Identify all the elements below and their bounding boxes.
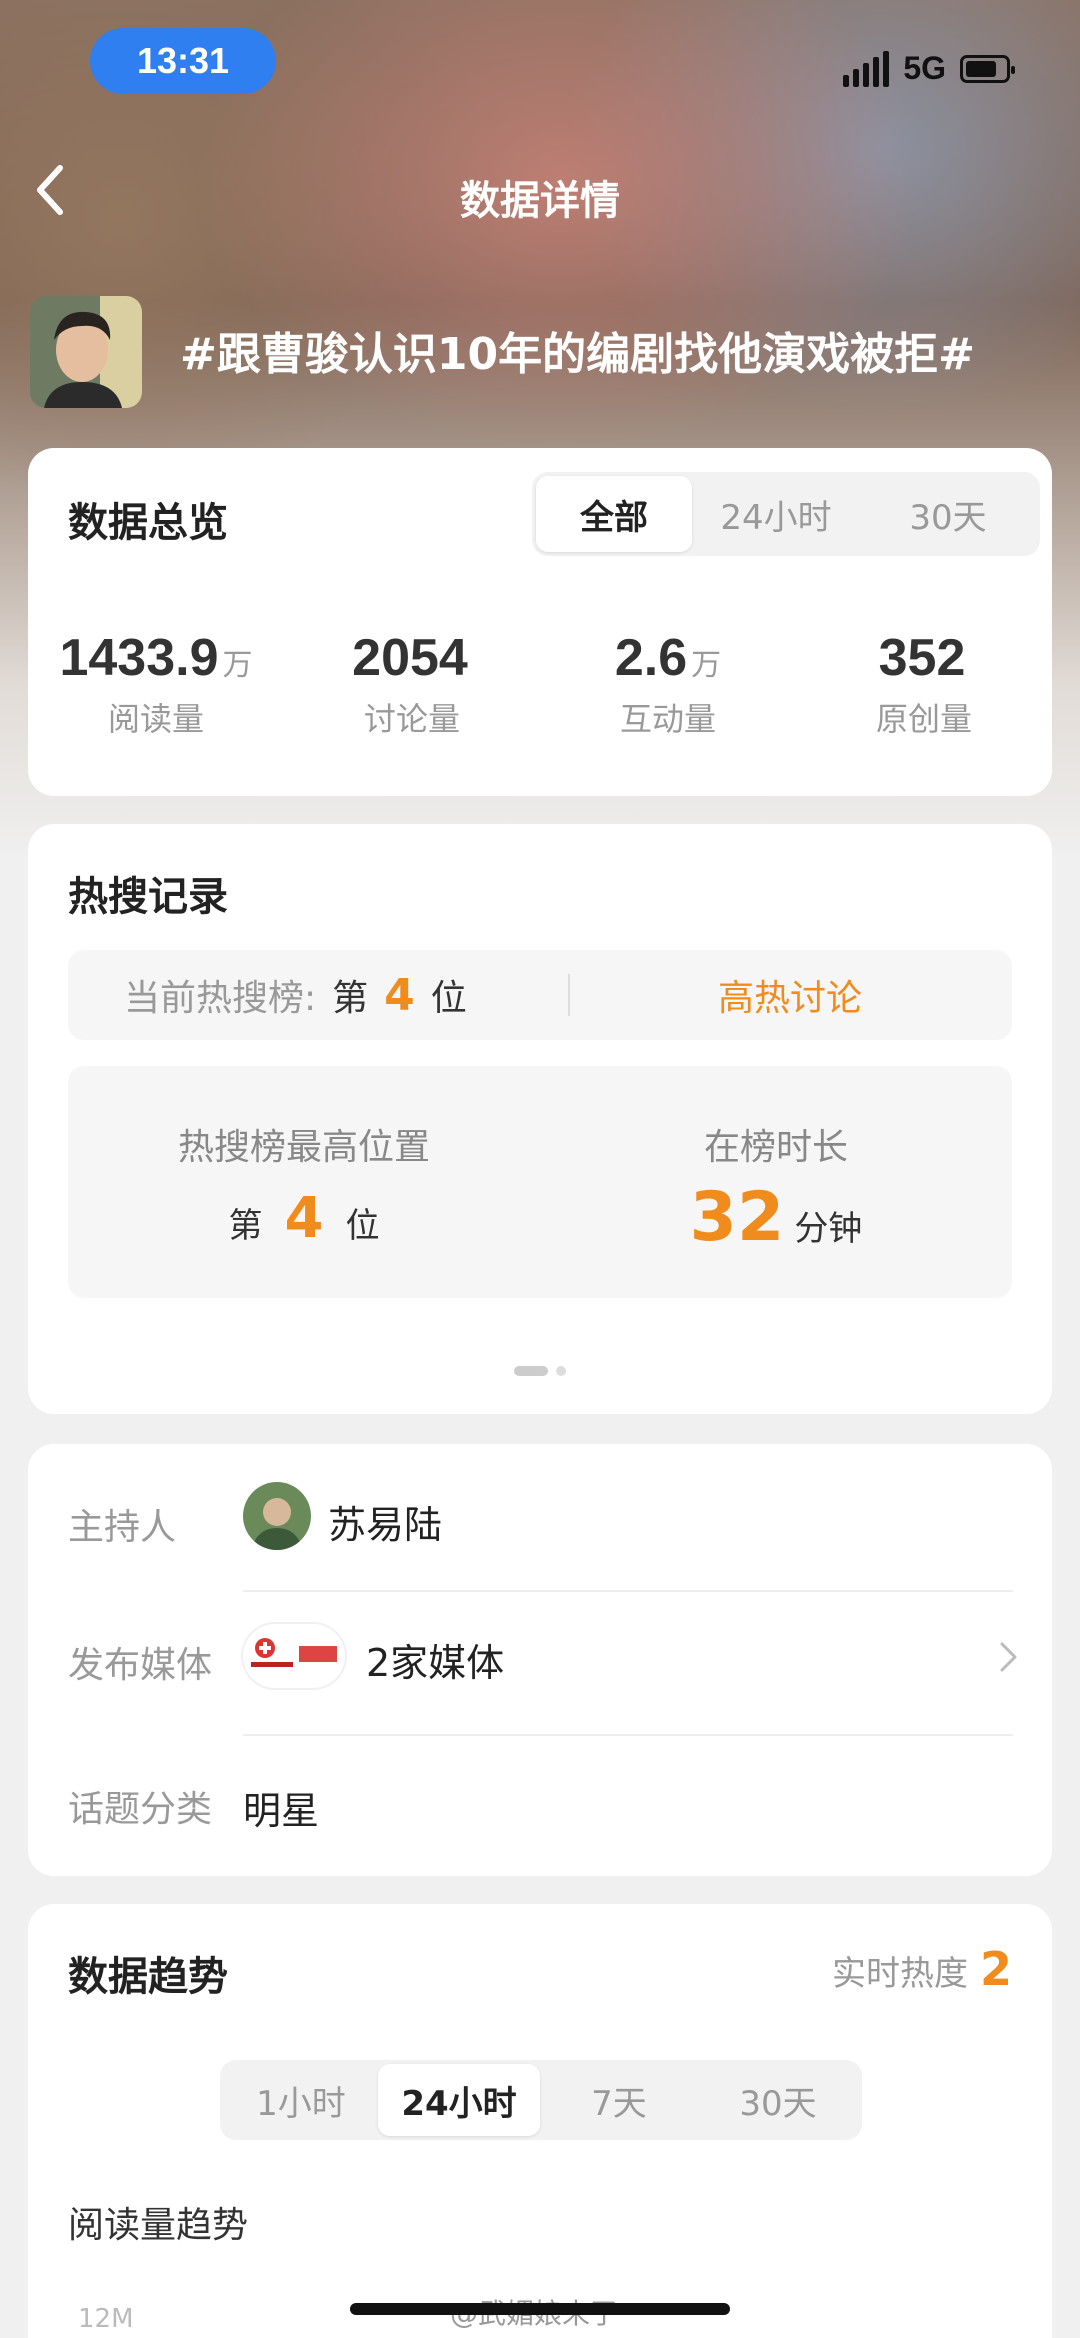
- trend-title: 数据趋势: [68, 1954, 228, 2000]
- overview-range-tabs: 全部 24小时 30天: [532, 472, 1040, 556]
- category-label: 话题分类: [68, 1789, 213, 1830]
- chevron-right-icon[interactable]: [998, 1640, 1020, 1674]
- host-label: 主持人: [68, 1507, 177, 1548]
- stat-label: 互动量: [619, 700, 716, 738]
- tab-30d[interactable]: 30天: [698, 2064, 858, 2136]
- media-logos: [243, 1624, 345, 1688]
- pager-dot-active: [514, 1366, 548, 1376]
- status-time: 13:31: [90, 28, 276, 94]
- stat-discussions: 2054 讨论量: [284, 628, 540, 740]
- stat-reads: 1433.9 万 阅读量: [28, 628, 284, 740]
- hot-search-card: 热搜记录 当前热搜榜: 第 4 位 高热讨论 热搜榜最高位置 第 4 位 在榜时…: [28, 824, 1052, 1414]
- stat-label: 阅读量: [107, 700, 204, 738]
- current-rank-suffix: 位: [430, 978, 467, 1019]
- highest-rank-value: 4: [284, 1186, 324, 1251]
- tab-1h[interactable]: 1小时: [224, 2064, 378, 2136]
- stat-value: 1433.9: [59, 629, 219, 687]
- page-title: 数据详情: [460, 178, 620, 224]
- stat-label: 讨论量: [363, 700, 460, 738]
- stat-value: 352: [878, 629, 966, 687]
- category-value: 明星: [243, 1789, 320, 1833]
- tab-7d[interactable]: 7天: [540, 2064, 698, 2136]
- stat-originals: 352 原创量: [796, 628, 1052, 740]
- overview-card: 数据总览 全部 24小时 30天 1433.9 万 阅读量 2054 讨论量 2.…: [28, 448, 1052, 796]
- highest-rank-label: 热搜榜最高位置: [177, 1127, 430, 1168]
- duration-label: 在榜时长: [703, 1127, 848, 1168]
- hot-search-title: 热搜记录: [68, 874, 228, 920]
- stat-unit: 万: [691, 648, 722, 683]
- duration-unit: 分钟: [794, 1209, 863, 1249]
- tab-30d[interactable]: 30天: [860, 476, 1036, 552]
- current-rank-box: 当前热搜榜: 第 4 位 高热讨论: [68, 950, 1012, 1040]
- media-value[interactable]: 2家媒体: [366, 1632, 504, 1687]
- signal-icon: [843, 50, 890, 87]
- trend-subtitle: 阅读量趋势: [68, 2205, 249, 2246]
- highest-rank: 第 4 位: [68, 1186, 540, 1251]
- highest-rank-suffix: 位: [345, 1206, 380, 1246]
- overview-title: 数据总览: [68, 500, 228, 546]
- row-divider: [243, 1734, 1013, 1736]
- current-rank-value: 4: [384, 969, 415, 1021]
- topic-title: #跟曹骏认识10年的编剧找他演戏被拒#: [180, 329, 975, 380]
- host-name[interactable]: 苏易陆: [328, 1494, 442, 1549]
- media-label: 发布媒体: [68, 1645, 213, 1686]
- home-indicator[interactable]: [350, 2303, 730, 2315]
- highest-rank-prefix: 第: [228, 1206, 263, 1246]
- row-divider: [243, 1590, 1013, 1592]
- network-type: 5G: [903, 50, 946, 86]
- tab-24h[interactable]: 24小时: [378, 2064, 540, 2136]
- current-rank-prefix: 第: [332, 978, 369, 1019]
- topic-info-card: 主持人 苏易陆 发布媒体 2家媒体 话题分类 明星: [28, 1444, 1052, 1876]
- trend-range-tabs: 1小时 24小时 7天 30天: [220, 2060, 862, 2140]
- status-icons: 5G: [843, 50, 1015, 87]
- current-rank-label: 当前热搜榜:: [124, 978, 317, 1019]
- realtime-value: 2: [979, 1942, 1012, 1996]
- stat-value: 2054: [352, 629, 468, 687]
- pager-dot: [556, 1366, 566, 1376]
- axis-tick-label: 12M: [78, 2304, 134, 2334]
- host-avatar[interactable]: [243, 1482, 311, 1550]
- stat-interactions: 2.6 万 互动量: [540, 628, 796, 740]
- topic-avatar: [30, 296, 142, 408]
- battery-icon: [960, 54, 1015, 83]
- tab-24h[interactable]: 24小时: [692, 476, 860, 552]
- trend-card: 数据趋势 实时热度 2 1小时 24小时 7天 30天 阅读量趋势 12M: [28, 1904, 1052, 2338]
- duration: 32 分钟: [540, 1178, 1012, 1257]
- rank-stats-box: 热搜榜最高位置 第 4 位 在榜时长 32 分钟: [68, 1066, 1012, 1298]
- overview-stats: 1433.9 万 阅读量 2054 讨论量 2.6 万 互动量 352 原创量: [28, 628, 1052, 740]
- stat-value: 2.6: [614, 629, 688, 687]
- realtime-label: 实时热度: [831, 1954, 968, 1994]
- stat-unit: 万: [222, 648, 253, 683]
- tab-all[interactable]: 全部: [536, 476, 692, 552]
- realtime-heat: 实时热度 2: [832, 1942, 1012, 1996]
- stat-label: 原创量: [875, 700, 972, 738]
- hot-discussion-badge: 高热讨论: [717, 978, 862, 1019]
- duration-value: 32: [689, 1178, 785, 1257]
